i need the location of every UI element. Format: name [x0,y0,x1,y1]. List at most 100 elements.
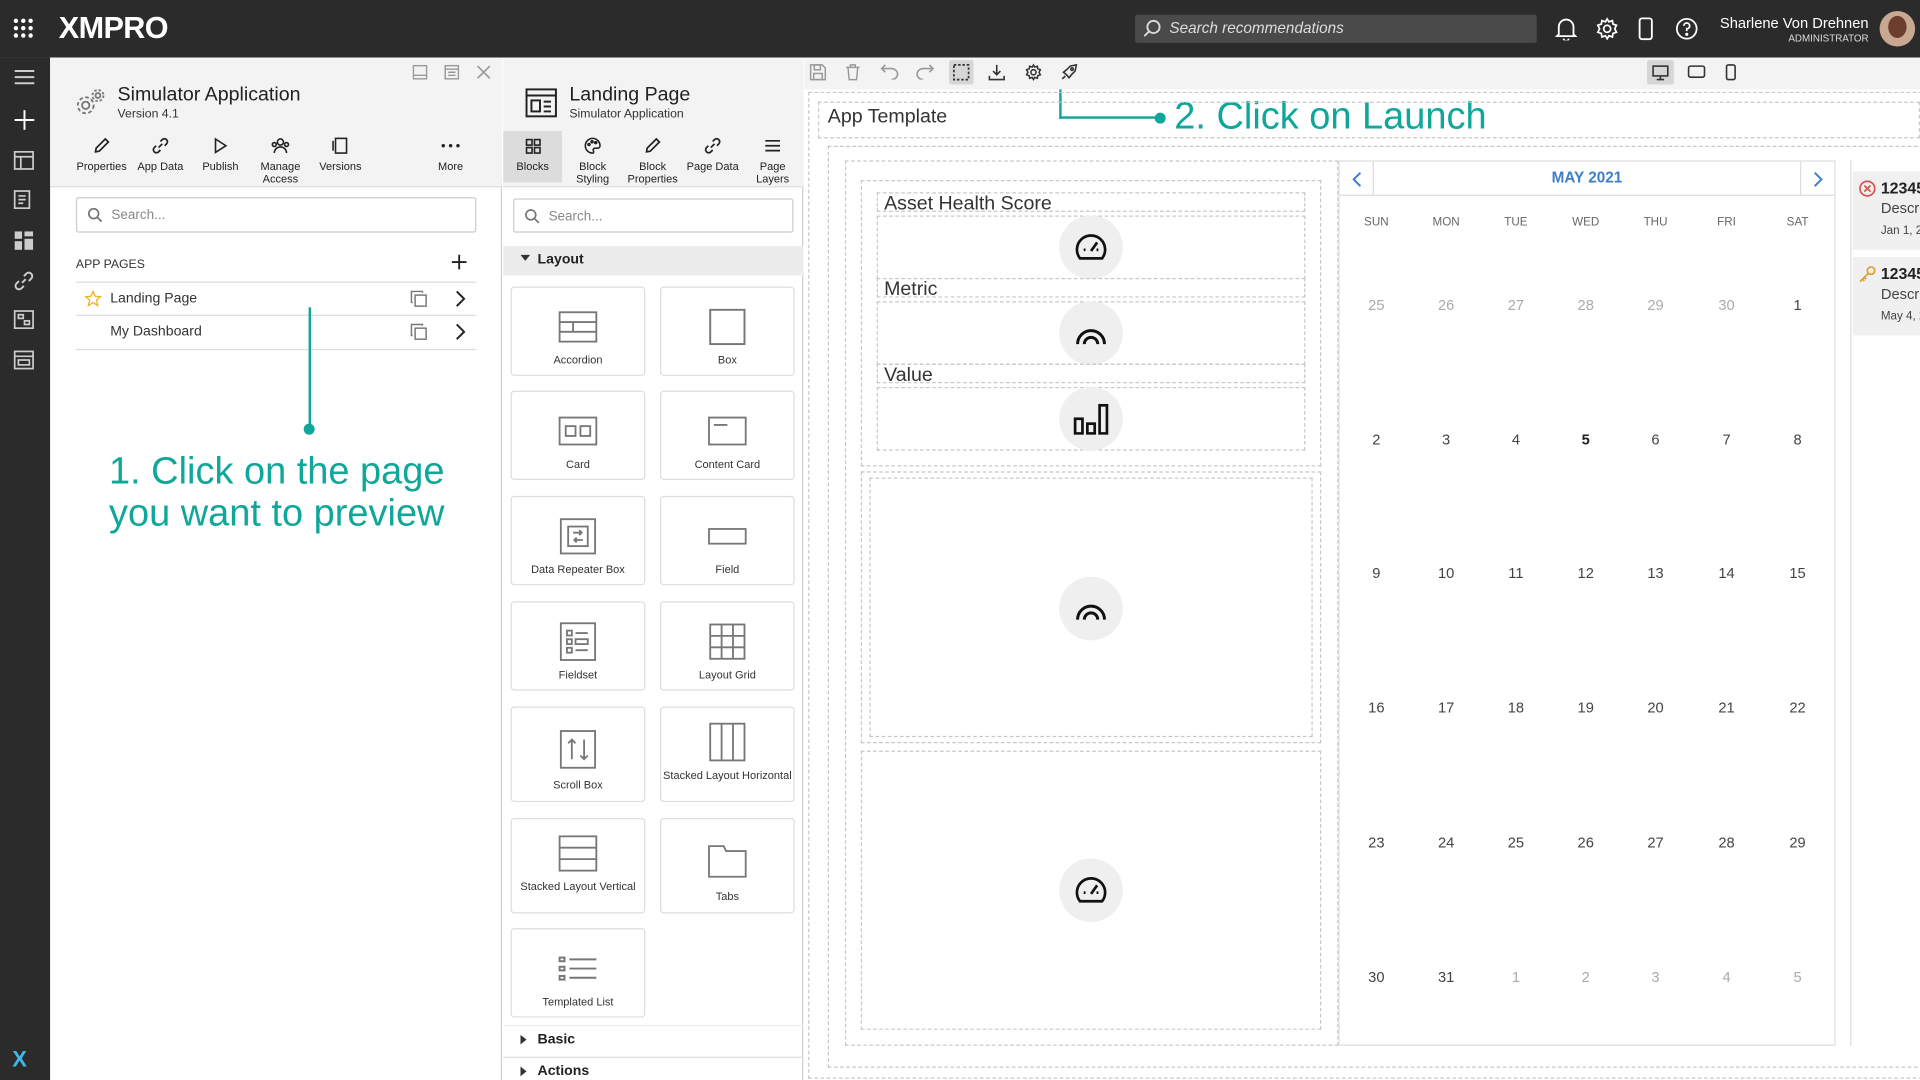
block-card[interactable]: Card [510,390,646,481]
calendar-day[interactable]: 29 [1762,834,1833,851]
event-card[interactable]: 12345 Descri Jan 1, 2 [1852,171,1920,250]
calendar-day[interactable]: 5 [1762,969,1833,986]
calendar-day[interactable]: 5 [1550,431,1621,448]
calendar-day[interactable]: 14 [1691,564,1762,581]
tool-page-layers[interactable]: Page Layers [743,136,802,185]
tool-block-properties[interactable]: Block Properties [623,136,682,185]
block-stacked-layout-horizontal[interactable]: Stacked Layout Horizontal [660,706,795,803]
chevron-right-icon[interactable] [454,290,466,307]
page-row-my-dashboard[interactable]: My Dashboard [75,316,477,351]
calendar-day[interactable]: 25 [1480,834,1551,851]
app-designer-icon[interactable] [13,150,34,171]
tool-versions[interactable]: Versions [311,136,370,173]
calendar-day[interactable]: 20 [1620,699,1691,716]
tool-page-data[interactable]: Page Data [683,136,742,173]
add-page-icon[interactable] [451,253,468,270]
user-name[interactable]: Sharlene Von Drehnen ADMINISTRATOR [1720,15,1869,44]
apps-grid-icon[interactable] [12,17,34,39]
avatar[interactable] [1879,11,1916,47]
tool-properties[interactable]: Properties [72,136,131,173]
calendar-day[interactable]: 1 [1762,296,1833,313]
calendar-day[interactable]: 30 [1691,296,1762,313]
calendar-day[interactable]: 29 [1620,296,1691,313]
calendar-day[interactable]: 2 [1341,431,1412,448]
close-icon[interactable] [476,65,491,80]
calendar-day[interactable]: 6 [1620,431,1691,448]
calendar-day[interactable]: 13 [1620,564,1691,581]
block-accordion[interactable]: Accordion [510,286,646,376]
block-fieldset[interactable]: Fieldset [510,601,646,691]
calendar-day[interactable]: 8 [1762,431,1833,448]
minimize-icon[interactable] [412,64,428,80]
calendar-day[interactable]: 12 [1550,564,1621,581]
bell-icon[interactable] [1555,17,1578,41]
block-field[interactable]: Field [660,495,795,586]
page-row-landing[interactable]: Landing Page [75,281,477,316]
mobile-icon[interactable] [1638,17,1653,41]
block-templated-list[interactable]: Templated List [510,928,646,1018]
calendar-day[interactable]: 24 [1411,834,1482,851]
menu-icon[interactable] [13,69,35,86]
section-layout[interactable]: Layout [503,246,804,276]
label-box[interactable]: Asset Health Score [876,192,1306,214]
calendar-day[interactable]: 23 [1341,834,1412,851]
calendar-day[interactable]: 18 [1480,699,1551,716]
calendar-day[interactable]: 26 [1550,834,1621,851]
launch-rocket-icon[interactable] [1060,63,1078,81]
plus-icon[interactable] [13,109,35,131]
calendar[interactable]: MAY 2021 SUN MON TUE WED THU FRI SAT 25 26 27 28 29… [1338,160,1836,1046]
tool-more[interactable]: More [421,136,480,173]
redo-icon[interactable] [916,64,935,80]
calendar-day[interactable]: 3 [1620,969,1691,986]
tool-app-data[interactable]: App Data [131,136,190,173]
link-icon[interactable] [13,271,34,292]
app-template-bar[interactable] [817,101,1920,139]
maximize-icon[interactable] [444,64,460,80]
calendar-day[interactable]: 4 [1480,431,1551,448]
dashboard-icon[interactable] [13,230,34,251]
label-box[interactable]: Metric [876,277,1306,300]
xmpro-x-logo[interactable]: X [12,1047,27,1073]
block-search-input[interactable]: Search... [513,198,794,233]
design-canvas[interactable]: 2. Click on Launch App Template Asset He… [804,57,1920,1080]
calendar-day[interactable]: 7 [1691,431,1762,448]
block-layout-grid[interactable]: Layout Grid [660,601,795,691]
block-tabs[interactable]: Tabs [660,817,795,914]
tool-manage-access[interactable]: Manage Access [251,136,310,185]
gear-icon[interactable] [1596,17,1619,41]
phone-view-icon[interactable] [1725,64,1736,81]
calendar-day[interactable]: 9 [1341,564,1412,581]
tool-blocks[interactable]: Blocks [503,131,563,183]
calendar-day[interactable]: 3 [1411,431,1482,448]
download-icon[interactable] [988,64,1005,81]
calendar-day[interactable]: 17 [1411,699,1482,716]
calendar-day[interactable]: 27 [1480,296,1551,313]
calendar-day[interactable]: 10 [1411,564,1482,581]
block-box[interactable]: Box [660,286,795,376]
calendar-day[interactable]: 15 [1762,564,1833,581]
calendar-day[interactable]: 28 [1550,296,1621,313]
block-content-card[interactable]: Content Card [660,390,795,481]
help-icon[interactable] [1675,17,1698,40]
copy-icon[interactable] [410,323,427,340]
app-search-input[interactable]: Search... [75,197,477,233]
section-actions[interactable]: Actions [503,1056,804,1080]
calendar-day[interactable]: 27 [1620,834,1691,851]
tool-block-styling[interactable]: Block Styling [563,136,622,185]
tool-publish[interactable]: Publish [191,136,250,173]
event-card[interactable]: 12345 Descri May 4, 2 [1852,257,1920,336]
calendar-day[interactable]: 1 [1480,969,1551,986]
section-basic[interactable]: Basic [503,1024,804,1054]
block-stacked-layout-vertical[interactable]: Stacked Layout Vertical [510,817,646,914]
calendar-day[interactable]: 25 [1341,296,1412,313]
calendar-next-button[interactable] [1800,161,1834,196]
calendar-day[interactable]: 30 [1341,969,1412,986]
search-recommendations-input[interactable]: Search recommendations [1135,14,1537,43]
calendar-day[interactable]: 11 [1480,564,1551,581]
calendar-day[interactable]: 31 [1411,969,1482,986]
recommendations-icon[interactable] [13,190,33,211]
delete-icon[interactable] [845,64,861,81]
calendar-day[interactable]: 4 [1691,969,1762,986]
chevron-right-icon[interactable] [454,323,466,340]
collections-icon[interactable] [13,350,34,370]
